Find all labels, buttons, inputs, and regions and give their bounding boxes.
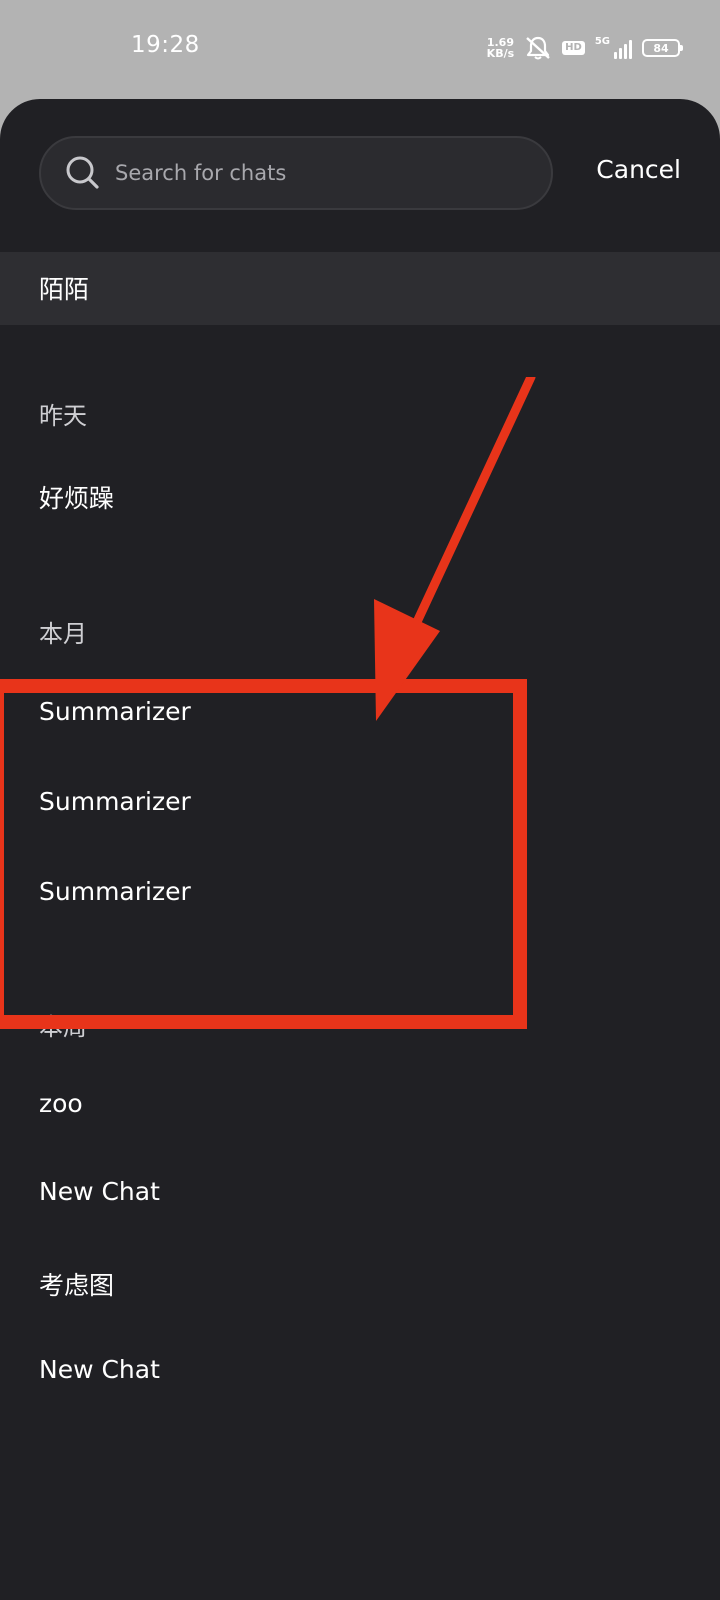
chat-item[interactable]: zoo (39, 1089, 83, 1118)
chat-search-sheet: Cancel 陌陌 昨天 好烦躁 本月 Summarizer Summarize… (0, 99, 720, 1600)
chat-item[interactable]: Summarizer (39, 877, 191, 906)
group-label-yesterday: 昨天 (39, 402, 87, 430)
group-label-this-week: 本周 (39, 1013, 87, 1041)
signal-bar (619, 48, 622, 59)
network-type-label: 5G (594, 36, 610, 47)
network-speed: 1.69 KB/s (487, 37, 514, 59)
status-icons: 1.69 KB/s HD 5G 84 (487, 34, 683, 62)
signal-bar (624, 44, 627, 59)
mute-bell-icon (526, 36, 550, 60)
chat-item[interactable]: 考虑图 (39, 1266, 114, 1302)
battery-level: 84 (653, 41, 669, 55)
chat-item[interactable]: New Chat (39, 1177, 160, 1206)
search-input[interactable] (113, 160, 497, 186)
pinned-chat-item[interactable]: 陌陌 (0, 252, 720, 325)
search-bar[interactable] (39, 136, 553, 210)
search-icon (66, 156, 99, 189)
cancel-button[interactable]: Cancel (596, 155, 681, 184)
annotation-arrow-icon (374, 377, 536, 721)
battery-icon: 84 (642, 39, 683, 57)
chat-item[interactable]: New Chat (39, 1355, 160, 1384)
group-label-this-month: 本月 (39, 620, 87, 648)
status-time: 19:28 (131, 32, 200, 58)
signal-icon: 5G (595, 37, 632, 59)
signal-bar (629, 40, 632, 59)
signal-bar (614, 52, 617, 59)
chat-item[interactable]: Summarizer (39, 787, 191, 816)
status-bar: 19:28 1.69 KB/s HD 5G 84 (0, 0, 720, 100)
chat-item[interactable]: Summarizer (39, 697, 191, 726)
chat-item[interactable]: 好烦躁 (39, 479, 114, 515)
pinned-chat-label: 陌陌 (39, 275, 90, 304)
hd-badge: HD (562, 41, 585, 55)
annotation-highlight-box (0, 679, 527, 1029)
network-speed-unit: KB/s (486, 47, 515, 60)
